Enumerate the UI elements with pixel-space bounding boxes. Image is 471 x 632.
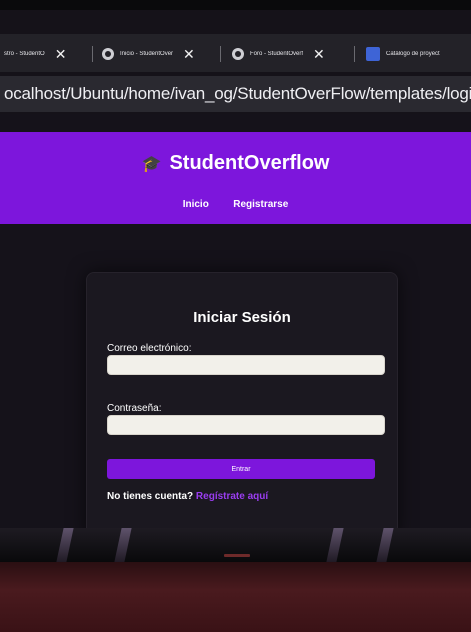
screen-reflection [114, 528, 132, 562]
login-button[interactable]: Entrar [107, 459, 375, 479]
login-title: Iniciar Sesión [193, 309, 291, 326]
password-label: Contraseña: [107, 403, 162, 414]
site-brand[interactable]: 🎓 StudentOverflow [0, 152, 471, 175]
site-header: 🎓 StudentOverflow Inicio Registrarse [0, 132, 471, 224]
screen-reflection [376, 528, 394, 562]
screen-reflection [326, 528, 344, 562]
register-link[interactable]: Regístrate aquí [196, 491, 268, 502]
browser-tab-catalogo[interactable]: Catálogo de proyect [366, 40, 440, 68]
desk-surface [0, 562, 471, 632]
email-field[interactable] [107, 355, 385, 375]
app-icon [366, 47, 380, 61]
url-text[interactable]: ocalhost/Ubuntu/home/ivan_og/StudentOver… [4, 84, 471, 104]
tab-close-icon[interactable]: ✕ [183, 46, 195, 63]
browser-tab-registro[interactable]: stro - StudentO ✕ [4, 40, 66, 68]
tab-title: stro - StudentO [4, 51, 45, 57]
globe-icon [232, 48, 244, 60]
login-card: Iniciar Sesión Correo electrónico: Contr… [86, 272, 398, 538]
tab-close-icon[interactable]: ✕ [55, 46, 67, 63]
tab-title: Foro - StudentOverf [250, 51, 304, 57]
tab-separator [92, 46, 93, 62]
browser-tab-foro[interactable]: Foro - StudentOverf ✕ [232, 40, 325, 68]
globe-icon [102, 48, 114, 60]
screen-reflection [56, 528, 74, 562]
browser-address-bar[interactable]: ocalhost/Ubuntu/home/ivan_og/StudentOver… [0, 76, 471, 112]
graduation-cap-icon: 🎓 [141, 156, 162, 173]
monitor-logo [224, 554, 250, 557]
browser-tab-inicio[interactable]: Inicio - StudentOver ✕ [102, 40, 195, 68]
brand-name: StudentOverflow [169, 152, 330, 174]
register-prompt-line: No tienes cuenta? Regístrate aquí [107, 491, 268, 502]
password-field[interactable] [107, 415, 385, 435]
tab-title: Inicio - StudentOver [120, 51, 174, 57]
tab-close-icon[interactable]: ✕ [313, 46, 325, 63]
tab-separator [354, 46, 355, 62]
web-page: 🎓 StudentOverflow Inicio Registrarse Inic… [0, 114, 471, 558]
nav-link-registrarse[interactable]: Registrarse [233, 199, 288, 210]
browser-tab-strip: stro - StudentO ✕ Inicio - StudentOver ✕… [0, 34, 471, 72]
monitor-bezel [0, 528, 471, 562]
monitor-screen: stro - StudentO ✕ Inicio - StudentOver ✕… [0, 10, 471, 558]
tab-separator [220, 46, 221, 62]
register-prompt: No tienes cuenta? [107, 491, 194, 502]
site-nav: Inicio Registrarse [0, 194, 471, 212]
tab-title: Catálogo de proyect [386, 51, 440, 57]
email-label: Correo electrónico: [107, 343, 192, 354]
nav-link-inicio[interactable]: Inicio [183, 199, 209, 210]
photo-of-monitor: stro - StudentO ✕ Inicio - StudentOver ✕… [0, 0, 471, 632]
